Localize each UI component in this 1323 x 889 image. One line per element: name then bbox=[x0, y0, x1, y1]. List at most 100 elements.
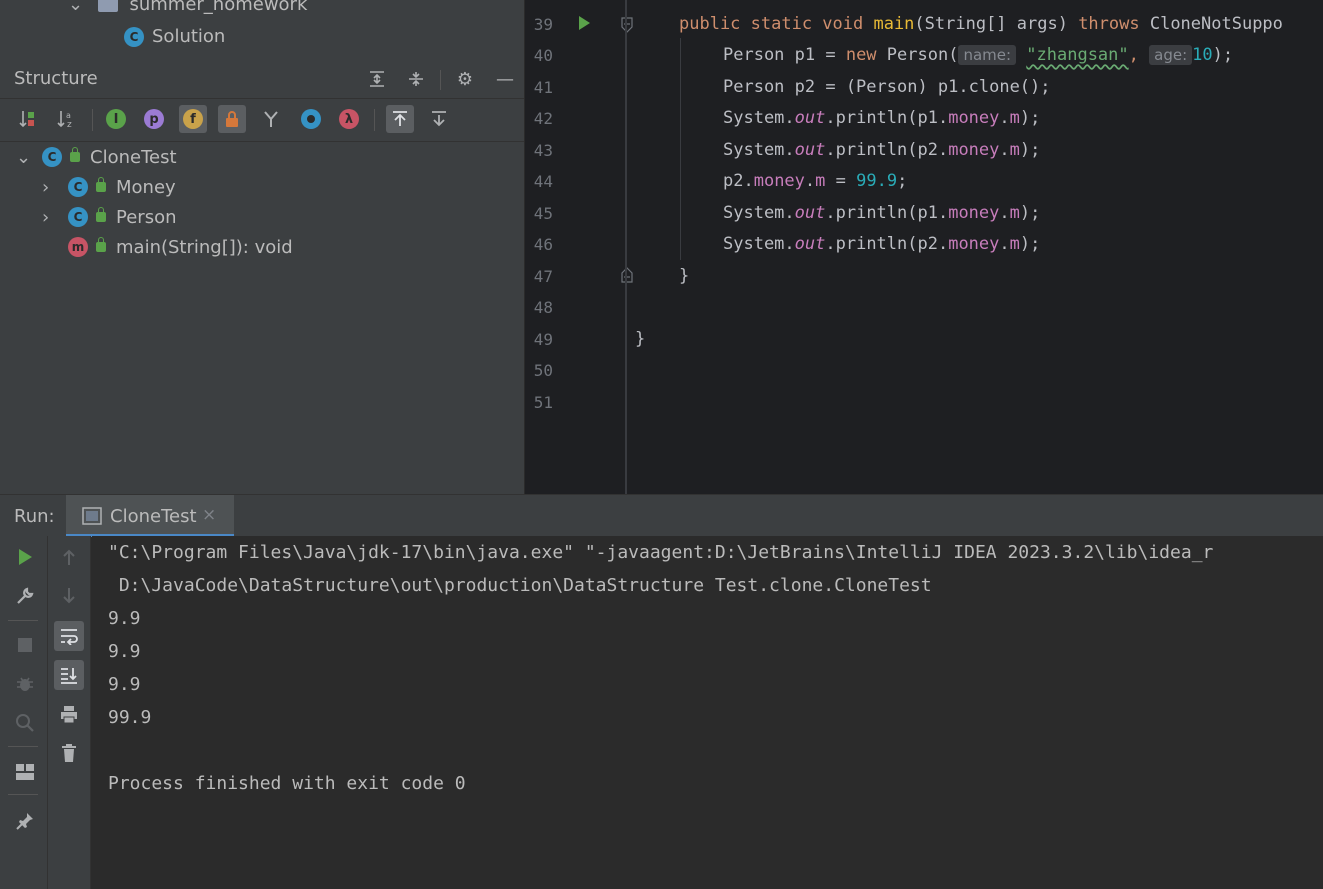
left-tool-panel: ⌄ summer_homework C Solution Structure ⚙… bbox=[0, 0, 524, 494]
project-file-label: Solution bbox=[152, 26, 226, 47]
console-line: 9.9 bbox=[108, 641, 141, 662]
tree-root-clonetest[interactable]: ⌄ C CloneTest bbox=[16, 142, 177, 172]
structure-header: Structure ⚙ — bbox=[0, 62, 524, 96]
sort-by-visibility-icon[interactable] bbox=[14, 105, 42, 133]
code-token: CloneNotSuppo bbox=[1149, 14, 1283, 34]
lambda-icon[interactable]: λ bbox=[335, 105, 363, 133]
collapse-all-icon[interactable] bbox=[403, 66, 429, 92]
sort-alphabetically-icon[interactable]: az bbox=[52, 105, 80, 133]
tree-item-label: Money bbox=[116, 176, 176, 198]
code-line-43: System.out.println(p2.money.m); bbox=[723, 140, 1040, 160]
show-non-public-icon[interactable] bbox=[218, 105, 246, 133]
code-editor[interactable]: 39 40 41 42 43 44 45 46 47 48 49 50 51 p… bbox=[525, 0, 1323, 494]
tree-item-person[interactable]: › C Person bbox=[42, 202, 177, 232]
show-properties-icon[interactable]: p bbox=[140, 105, 168, 133]
code-token: money bbox=[948, 234, 1000, 254]
gutter-separator bbox=[625, 0, 627, 494]
method-icon: m bbox=[68, 237, 88, 257]
fold-marker-icon[interactable] bbox=[621, 267, 633, 287]
soft-wrap-icon[interactable] bbox=[54, 621, 84, 651]
chevron-right-icon[interactable]: › bbox=[42, 177, 68, 198]
autoscroll-from-source-icon[interactable] bbox=[425, 105, 453, 133]
code-token: ; bbox=[897, 171, 908, 191]
debug-bug-icon[interactable] bbox=[10, 669, 40, 699]
lock-icon bbox=[96, 177, 106, 192]
tree-item-main[interactable]: m main(String[]): void bbox=[68, 232, 293, 262]
code-token: (String[] args) bbox=[914, 14, 1079, 34]
arrow-up-icon[interactable] bbox=[54, 542, 84, 572]
chevron-down-icon[interactable]: ⌄ bbox=[16, 147, 42, 168]
project-file-row[interactable]: C Solution bbox=[124, 26, 225, 47]
code-token: . bbox=[999, 140, 1010, 160]
run-left-toolbar bbox=[0, 536, 48, 889]
autoscroll-to-source-icon[interactable] bbox=[386, 105, 414, 133]
show-anonymous-icon[interactable] bbox=[297, 105, 325, 133]
divider bbox=[440, 70, 441, 90]
code-token: main bbox=[873, 14, 915, 34]
tab-clonetest[interactable]: CloneTest × bbox=[66, 495, 234, 537]
code-token: Person( bbox=[886, 45, 959, 65]
pin-icon[interactable] bbox=[10, 806, 40, 836]
class-icon: C bbox=[124, 26, 144, 47]
fold-marker-icon[interactable] bbox=[621, 17, 633, 37]
class-icon: C bbox=[42, 147, 62, 167]
show-lambdas-tree-icon[interactable] bbox=[257, 105, 285, 133]
code-token: . bbox=[804, 171, 816, 191]
coverage-icon[interactable] bbox=[10, 708, 40, 738]
code-token: . bbox=[999, 234, 1010, 254]
layout-icon[interactable] bbox=[10, 757, 40, 787]
code-token: 10 bbox=[1192, 45, 1213, 65]
code-token: } bbox=[679, 266, 690, 286]
code-line-46: System.out.println(p2.money.m); bbox=[723, 234, 1040, 254]
minimize-icon[interactable]: — bbox=[492, 66, 518, 92]
rerun-icon[interactable] bbox=[10, 542, 40, 572]
wrench-icon[interactable] bbox=[10, 581, 40, 611]
print-icon[interactable] bbox=[54, 699, 84, 729]
trash-icon[interactable] bbox=[54, 738, 84, 768]
code-line-41: Person p2 = (Person) p1.clone(); bbox=[723, 77, 1051, 97]
console-line: "C:\Program Files\Java\jdk-17\bin\java.e… bbox=[108, 542, 1214, 563]
tree-item-money[interactable]: › C Money bbox=[42, 172, 176, 202]
svg-text:a: a bbox=[66, 111, 71, 120]
console-output[interactable]: "C:\Program Files\Java\jdk-17\bin\java.e… bbox=[92, 536, 1323, 889]
show-fields-icon[interactable]: f bbox=[179, 105, 207, 133]
chevron-down-icon[interactable]: ⌄ bbox=[68, 0, 83, 15]
lock-icon bbox=[96, 207, 106, 222]
code-token: 99.9 bbox=[856, 171, 898, 191]
code-line-44: p2.money.m = 99.9; bbox=[723, 171, 907, 191]
tree-item-label: Person bbox=[116, 206, 177, 228]
console-line: 9.9 bbox=[108, 674, 141, 695]
code-token: Person p2 = (Person) p1.clone(); bbox=[723, 77, 1051, 97]
code-token: . bbox=[999, 108, 1010, 128]
line-number: 48 bbox=[533, 298, 553, 317]
run-gutter-icon[interactable] bbox=[577, 15, 591, 35]
structure-title: Structure bbox=[14, 68, 98, 89]
gear-icon[interactable]: ⚙ bbox=[452, 66, 478, 92]
class-icon: C bbox=[68, 207, 88, 227]
console-icon bbox=[82, 507, 102, 529]
expand-all-icon[interactable] bbox=[364, 66, 390, 92]
arrow-down-icon[interactable] bbox=[54, 581, 84, 611]
chevron-right-icon[interactable]: › bbox=[42, 207, 68, 228]
code-token: m bbox=[1009, 140, 1020, 160]
code-token: .println(p2. bbox=[825, 140, 949, 160]
show-inherited-icon[interactable]: I bbox=[102, 105, 130, 133]
code-line-45: System.out.println(p1.money.m); bbox=[723, 203, 1040, 223]
code-line-49: } bbox=[635, 329, 645, 349]
lock-icon bbox=[96, 237, 106, 252]
code-token: money bbox=[753, 171, 805, 191]
code-token: m bbox=[1009, 234, 1020, 254]
scroll-to-end-icon[interactable] bbox=[54, 660, 84, 690]
code-token: money bbox=[948, 108, 1000, 128]
line-number: 42 bbox=[533, 109, 553, 128]
code-token: money bbox=[948, 203, 1000, 223]
code-token: } bbox=[635, 329, 646, 349]
close-icon[interactable]: × bbox=[202, 505, 216, 525]
project-folder-row[interactable]: ⌄ summer_homework bbox=[68, 0, 307, 15]
code-token: out bbox=[794, 234, 826, 254]
code-token: . bbox=[999, 203, 1010, 223]
divider bbox=[8, 620, 38, 621]
line-number: 43 bbox=[533, 141, 553, 160]
code-token: .println(p2. bbox=[825, 234, 949, 254]
stop-icon[interactable] bbox=[10, 630, 40, 660]
